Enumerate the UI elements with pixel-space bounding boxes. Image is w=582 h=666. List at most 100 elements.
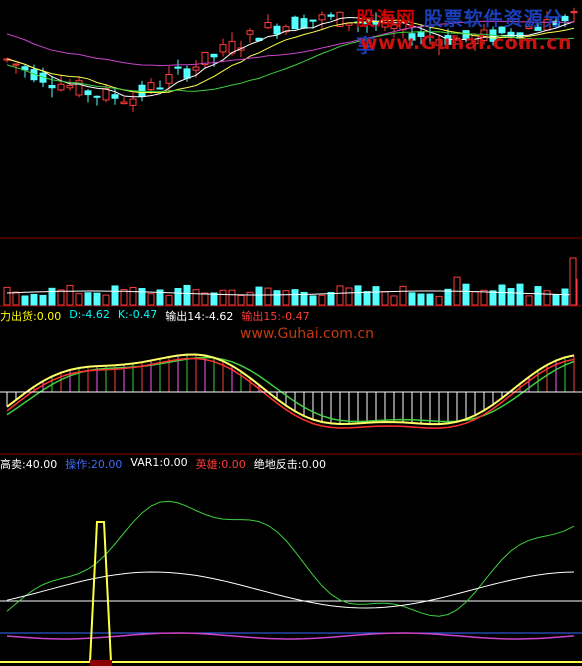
volume-bar	[201, 292, 209, 306]
candle-body	[147, 82, 155, 91]
volume-bar	[354, 285, 362, 306]
volume-bar	[48, 287, 56, 306]
osc-legend-item-2: VAR1:0.00	[130, 456, 188, 469]
volume-bar	[183, 284, 191, 306]
volume-bar	[174, 287, 182, 306]
volume-bar	[138, 288, 146, 306]
macd-legend-item-4: 输出15:-0.47	[241, 310, 310, 323]
candle-body	[84, 90, 92, 96]
volume-bar	[75, 293, 83, 306]
volume-bar-last	[569, 257, 577, 306]
yellow-spike-line	[0, 521, 582, 663]
volume-bar	[3, 286, 11, 306]
osc-legend-item-1: 操作:20.00	[65, 458, 123, 471]
volume-bar	[426, 293, 434, 306]
volume-bar	[291, 289, 299, 306]
candle-body	[192, 66, 200, 71]
candle-body	[291, 16, 299, 30]
candle-body	[12, 63, 20, 66]
candle-body	[327, 14, 335, 17]
candle-body	[111, 94, 119, 99]
volume-ma-line	[6, 290, 575, 296]
volume-bar	[381, 291, 389, 306]
bottom-signal-block	[90, 660, 112, 666]
volume-bar	[552, 294, 560, 306]
osc-legend-item-0: 高卖:40.00	[0, 458, 58, 471]
candle-body	[246, 30, 254, 35]
volume-bar	[219, 289, 227, 306]
volume-bar	[30, 293, 38, 306]
volume-bar	[273, 290, 281, 306]
volume-bar	[282, 290, 290, 306]
brand-text: 股海网	[356, 8, 417, 30]
candle-body	[138, 84, 146, 97]
volume-bar	[417, 293, 425, 306]
volume-bar	[498, 284, 506, 306]
volume-bar	[507, 288, 515, 306]
volume-bar	[534, 286, 542, 306]
candle-body	[66, 85, 74, 89]
candle-body	[309, 19, 317, 22]
volume-bar	[399, 285, 407, 306]
volume-bar	[147, 293, 155, 306]
watermark-mid-url: www.Guhai.com.cn	[240, 326, 374, 342]
candle-body	[210, 53, 218, 58]
volume-bar	[12, 291, 20, 306]
volume-bar	[39, 294, 47, 306]
guhai-watermark: 股海网 股票软件资源分享 www.Guhai.com.cn	[356, 4, 576, 57]
volume-bar	[21, 295, 29, 306]
candle-body	[102, 88, 110, 101]
candle-body	[120, 101, 128, 105]
watermark-url: www.Guhai.com.cn	[360, 32, 572, 54]
osc-legend-item-3: 英雄:0.00	[195, 458, 246, 471]
volume-bar	[192, 289, 200, 306]
volume-bar	[318, 294, 326, 306]
volume-bar	[264, 287, 272, 306]
candle-body	[129, 98, 137, 106]
volume-bar	[363, 291, 371, 306]
macd-legend-item-0: 力出货:0.00	[0, 310, 62, 323]
candle-body	[273, 25, 281, 35]
candle-body	[219, 44, 227, 53]
volume-bar	[471, 291, 479, 306]
volume-bar	[309, 295, 317, 306]
volume-bar	[111, 285, 119, 306]
volume-bar	[516, 283, 524, 306]
volume-bar	[489, 290, 497, 306]
volume-bar	[237, 295, 245, 306]
candle-body	[48, 85, 56, 89]
candle-body	[318, 14, 326, 21]
volume-bar	[129, 287, 137, 306]
candle-body	[300, 18, 308, 29]
macd-legend-item-3: 输出14:-4.62	[165, 310, 234, 323]
volume-bar	[102, 294, 110, 306]
oscillator-green-line	[6, 500, 575, 617]
volume-bar	[327, 291, 335, 306]
macd-legend-item-2: K:-0.47	[117, 308, 158, 321]
volume-bar	[561, 288, 569, 306]
volume-bar	[372, 286, 380, 306]
volume-bar	[66, 284, 74, 306]
volume-bar	[84, 292, 92, 306]
volume-bar	[408, 292, 416, 306]
volume-bar	[120, 289, 128, 306]
volume-bar	[228, 289, 236, 306]
candle-body	[264, 22, 272, 29]
volume-bar	[345, 287, 353, 306]
volume-bar	[543, 290, 551, 306]
volume-bar	[390, 295, 398, 306]
candle-body	[165, 74, 173, 84]
volume-bar	[525, 295, 533, 306]
volume-bar	[444, 288, 452, 306]
candle-body	[93, 95, 101, 98]
volume-bar	[255, 286, 263, 306]
volume-bar	[336, 285, 344, 306]
candle-body	[57, 83, 65, 91]
volume-bar	[435, 295, 443, 306]
osc-legend-item-4: 绝地反击:0.00	[253, 458, 326, 471]
volume-bar	[480, 289, 488, 306]
candle-body	[174, 66, 182, 69]
candle-body	[183, 68, 191, 79]
macd-legend-item-1: D:-4.62	[69, 308, 110, 321]
volume-bar	[462, 283, 470, 306]
